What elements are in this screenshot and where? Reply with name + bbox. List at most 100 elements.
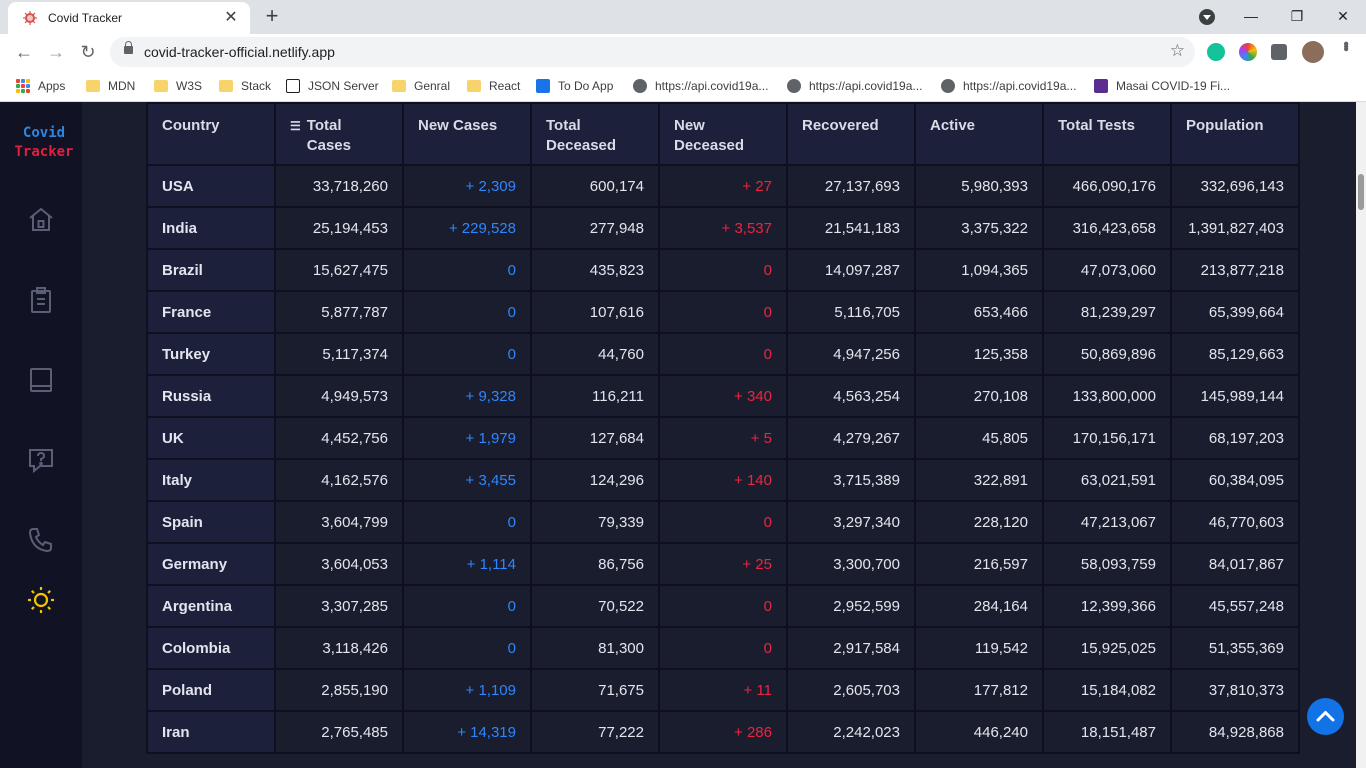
cell-active: 45,805 xyxy=(914,416,1044,460)
color-picker-extension-icon[interactable] xyxy=(1239,43,1257,61)
cell-total-deceased: 107,616 xyxy=(530,290,660,334)
home-icon[interactable] xyxy=(26,204,56,234)
header-population[interactable]: Population xyxy=(1170,102,1300,166)
back-arrow-icon[interactable]: ← xyxy=(10,38,38,66)
browser-tab[interactable]: Covid Tracker ✕ xyxy=(8,2,250,34)
cell-total-deceased: 435,823 xyxy=(530,248,660,292)
header-active[interactable]: Active xyxy=(914,102,1044,166)
virus-favicon-icon xyxy=(23,11,37,25)
cell-total-tests: 316,423,658 xyxy=(1042,206,1172,250)
cell-new-cases: 0 xyxy=(402,500,532,544)
cell-population: 46,770,603 xyxy=(1170,500,1300,544)
browser-toolbar: ← → ↻ covid-tracker-official.netlify.app… xyxy=(0,34,1366,70)
cell-country: Russia xyxy=(146,374,276,418)
cell-country: Turkey xyxy=(146,332,276,376)
tab-search-icon[interactable] xyxy=(1199,9,1215,25)
bookmark-label: Genral xyxy=(414,79,451,93)
scroll-to-top-button[interactable] xyxy=(1307,698,1344,735)
clipboard-icon[interactable] xyxy=(26,285,56,315)
bookmark-api-1[interactable]: https://api.covid19a... xyxy=(633,77,768,95)
help-question-icon[interactable] xyxy=(26,445,56,475)
bookmark-todo-app[interactable]: To Do App xyxy=(536,77,613,95)
cell-total-tests: 133,800,000 xyxy=(1042,374,1172,418)
bookmark-masai[interactable]: Masai COVID-19 Fi... xyxy=(1094,77,1230,95)
cell-new-cases: 0 xyxy=(402,584,532,628)
bookmark-label: W3S xyxy=(176,79,203,93)
window-close-icon[interactable]: ✕ xyxy=(1320,0,1366,32)
cell-total-deceased: 277,948 xyxy=(530,206,660,250)
checkbox-icon xyxy=(536,79,550,93)
bookmark-label: React xyxy=(489,79,521,93)
bookmark-genral[interactable]: Genral xyxy=(392,77,450,95)
cell-country: Brazil xyxy=(146,248,276,292)
cell-new-cases: 0 xyxy=(402,626,532,670)
header-recovered[interactable]: Recovered xyxy=(786,102,916,166)
phone-icon[interactable] xyxy=(26,525,56,555)
bookmark-w3s[interactable]: W3S xyxy=(154,77,202,95)
profile-avatar[interactable] xyxy=(1302,41,1324,63)
grammarly-extension-icon[interactable] xyxy=(1207,43,1225,61)
cell-population: 37,810,373 xyxy=(1170,668,1300,712)
bookmark-mdn[interactable]: MDN xyxy=(86,77,135,95)
page-content: Covid Tracker Country ☰ Total Cases New C xyxy=(0,102,1366,768)
restore-icon[interactable]: ❐ xyxy=(1274,0,1320,32)
cell-country: India xyxy=(146,206,276,250)
url-text: covid-tracker-official.netlify.app xyxy=(144,44,335,60)
cell-recovered: 3,297,340 xyxy=(786,500,916,544)
cell-total-deceased: 600,174 xyxy=(530,164,660,208)
table-row: UK 4,452,756 + 1,979 127,684 + 5 4,279,267 45,… xyxy=(146,416,1300,460)
bookmark-json-server[interactable]: JSON Server xyxy=(286,77,379,95)
header-label: Cases xyxy=(306,137,351,154)
bookmark-api-2[interactable]: https://api.covid19a... xyxy=(787,77,922,95)
chevron-up-icon xyxy=(1316,711,1335,722)
sort-icon[interactable]: ☰ xyxy=(290,116,301,136)
table-row: Italy 4,162,576 + 3,455 124,296 + 140 3,715,3… xyxy=(146,458,1300,502)
cell-total-deceased: 81,300 xyxy=(530,626,660,670)
address-bar[interactable]: covid-tracker-official.netlify.app ☆ xyxy=(110,37,1195,67)
cell-total-cases: 3,604,053 xyxy=(274,542,404,586)
header-label: New Cases xyxy=(418,117,498,134)
cell-new-deceased: + 27 xyxy=(658,164,788,208)
cell-population: 145,989,144 xyxy=(1170,374,1300,418)
bookmark-label: Apps xyxy=(38,79,66,93)
bookmark-react[interactable]: React xyxy=(467,77,520,95)
bookmark-stack[interactable]: Stack xyxy=(219,77,271,95)
bookmark-api-3[interactable]: https://api.covid19a... xyxy=(941,77,1076,95)
page-scrollbar[interactable] xyxy=(1356,102,1366,768)
forward-arrow-icon[interactable]: → xyxy=(42,38,70,66)
new-tab-icon[interactable]: + xyxy=(261,4,283,28)
folder-icon xyxy=(154,80,168,92)
scrollbar-thumb[interactable] xyxy=(1358,174,1364,210)
bookmark-apps[interactable]: Apps xyxy=(16,77,65,95)
header-total-deceased[interactable]: Total Deceased xyxy=(530,102,660,166)
header-new-deceased[interactable]: New Deceased xyxy=(658,102,788,166)
header-total-cases[interactable]: ☰ Total Cases xyxy=(274,102,404,166)
header-label: Country xyxy=(162,117,220,134)
cell-population: 84,017,867 xyxy=(1170,542,1300,586)
cell-population: 84,928,868 xyxy=(1170,710,1300,754)
theme-sun-icon[interactable] xyxy=(26,585,56,615)
cell-active: 177,812 xyxy=(914,668,1044,712)
header-country[interactable]: Country xyxy=(146,102,276,166)
browser-menu-icon[interactable]: ••• xyxy=(1336,41,1354,49)
book-icon[interactable] xyxy=(26,365,56,395)
reload-icon[interactable]: ↻ xyxy=(74,38,102,66)
header-label: Recovered xyxy=(802,117,879,134)
extensions-puzzle-icon[interactable] xyxy=(1271,44,1287,60)
cell-new-deceased: + 11 xyxy=(658,668,788,712)
header-label: Total xyxy=(546,117,581,134)
main-content: Country ☰ Total Cases New Cases Total Deceased… xyxy=(82,102,1356,768)
cell-new-cases: + 14,319 xyxy=(402,710,532,754)
cell-total-cases: 4,452,756 xyxy=(274,416,404,460)
close-tab-icon[interactable]: ✕ xyxy=(222,10,240,26)
header-new-cases[interactable]: New Cases xyxy=(402,102,532,166)
app-logo[interactable]: Covid Tracker xyxy=(0,124,88,162)
cell-total-tests: 466,090,176 xyxy=(1042,164,1172,208)
cell-new-deceased: 0 xyxy=(658,332,788,376)
bookmark-star-icon[interactable]: ☆ xyxy=(1170,41,1185,61)
bookmark-label: Stack xyxy=(241,79,272,93)
cell-recovered: 3,715,389 xyxy=(786,458,916,502)
header-total-tests[interactable]: Total Tests xyxy=(1042,102,1172,166)
minimize-icon[interactable]: — xyxy=(1228,0,1274,32)
cell-new-deceased: + 5 xyxy=(658,416,788,460)
